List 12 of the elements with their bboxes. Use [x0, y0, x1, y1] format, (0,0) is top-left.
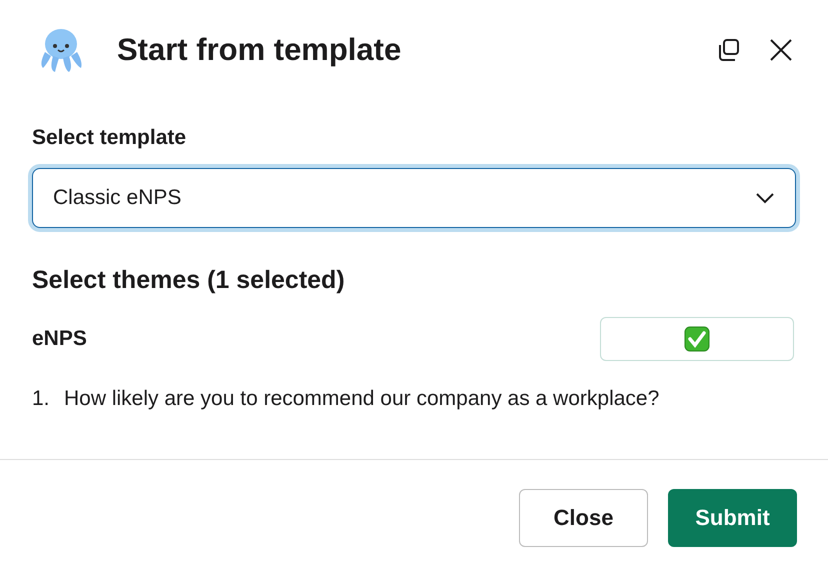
close-icon[interactable] [768, 37, 794, 63]
theme-toggle-button[interactable] [600, 317, 794, 361]
field-label: Select template [32, 125, 188, 151]
theme-name: eNPS [32, 326, 87, 352]
section-heading: Select themes (1 selected) [32, 264, 346, 296]
submit-button[interactable]: Submit [668, 488, 797, 546]
dialog-title: Start from template [117, 30, 402, 69]
list-number: 1. [32, 386, 51, 412]
close-button[interactable]: Close [519, 488, 648, 546]
question-text: How likely are you to recommend our company as a workplace? [64, 386, 660, 412]
checkmark-icon [684, 326, 710, 352]
chevron-down-icon [755, 192, 775, 204]
